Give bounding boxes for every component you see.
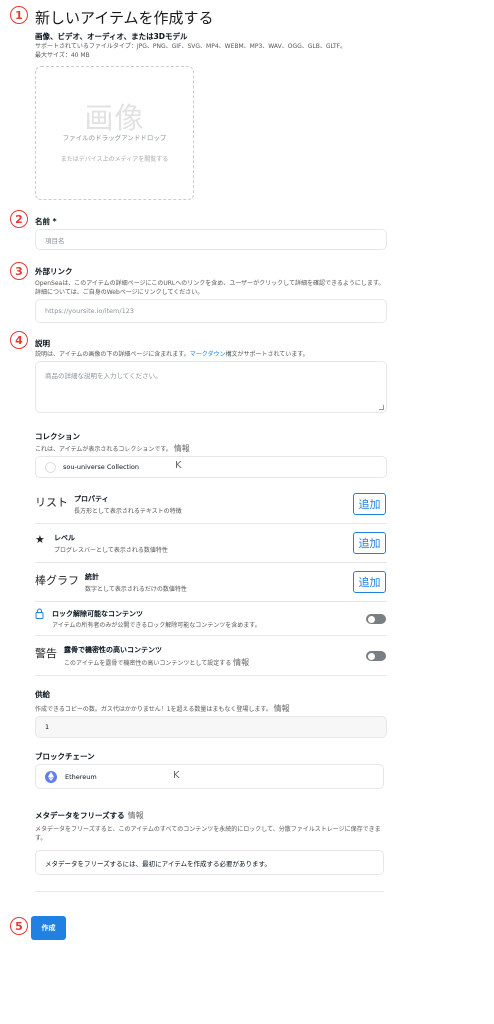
media-dropzone[interactable]: 画像 ファイルのドラッグアンドドロップ またはデバイス上のメディアを閲覧する: [35, 66, 194, 200]
name-input[interactable]: 項目名: [35, 229, 387, 250]
description-desc-after: 構文がサポートされています。: [225, 351, 309, 358]
collection-select[interactable]: sou-universe Collection: [35, 456, 387, 478]
step-marker-1: 1: [10, 6, 28, 24]
media-types: サポートされているファイルタイプ：JPG、PNG、GIF、SVG、MP4、WEB…: [35, 43, 347, 50]
description-textarea[interactable]: 商品の詳細な説明を入力してください。: [35, 361, 387, 413]
unlockable-toggle[interactable]: [366, 614, 386, 624]
step-marker-3: 3: [10, 262, 28, 280]
divider: [35, 562, 387, 563]
media-label: 画像、ビデオ、オーディオ、または3Dモデル: [35, 32, 188, 41]
add-properties-button[interactable]: 追加: [353, 493, 386, 515]
description-placeholder: 商品の詳細な説明を入力してください。: [45, 372, 162, 380]
freeze-desc: メタデータをフリーズすると、このアイテムのすべてのコンテンツを永続的にロックして…: [35, 826, 381, 842]
lock-icon: [35, 608, 44, 619]
freeze-info[interactable]: 情報: [128, 811, 144, 820]
divider: [35, 601, 387, 602]
properties-desc: 長方形として表示されるテキストの特徴: [74, 508, 182, 515]
description-desc: 説明は、アイテムの画像の下の詳細ページに含まれます。マークダウン構文がサポートさ…: [35, 350, 387, 359]
resize-handle-icon[interactable]: [379, 405, 384, 410]
bar-chart-icon: 棒グラフ: [35, 574, 79, 587]
external-link-label: 外部リンク: [35, 267, 73, 276]
name-placeholder: 項目名: [45, 236, 65, 245]
blockchain-label: ブロックチェーン: [35, 752, 95, 761]
warning-icon: 警告: [35, 647, 57, 660]
sensitive-desc-text: このアイテムを露骨で機密性の高いコンテンツとして設定する: [64, 660, 232, 667]
collection-info[interactable]: 情報: [174, 444, 190, 453]
star-icon: ★: [35, 533, 45, 546]
collection-avatar-icon: [45, 461, 56, 473]
blockchain-select[interactable]: Ethereum: [35, 764, 384, 789]
add-levels-button[interactable]: 追加: [353, 532, 386, 554]
divider: [35, 891, 384, 892]
divider: [35, 675, 387, 676]
ethereum-icon: [45, 770, 57, 783]
unlockable-title: ロック解除可能なコンテンツ: [52, 610, 143, 618]
blockchain-k-icon: K: [173, 770, 180, 781]
collection-value: sou-universe Collection: [63, 463, 139, 471]
divider: [35, 635, 387, 636]
properties-title: プロパティ: [74, 495, 109, 503]
freeze-label-text: メタデータをフリーズする: [35, 811, 125, 820]
collection-k-icon: K: [175, 460, 182, 471]
add-stats-button[interactable]: 追加: [353, 571, 386, 593]
supply-desc-text: 作成できるコピーの数。ガス代はかかりません！1を超える数量はまもなく登場します。: [35, 706, 272, 713]
sensitive-desc: このアイテムを露骨で機密性の高いコンテンツとして設定する 情報: [64, 657, 249, 668]
page-title: 新しいアイテムを作成する: [35, 9, 214, 27]
blockchain-value: Ethereum: [65, 772, 97, 781]
stats-desc: 数字として表示されるだけの数値特性: [85, 586, 187, 593]
step-marker-5: 5: [10, 917, 28, 935]
description-label: 説明: [35, 339, 50, 348]
dropzone-text: ファイルのドラッグアンドドロップ: [62, 134, 167, 142]
step-marker-2: 2: [10, 210, 28, 228]
external-link-placeholder: https://yoursite.io/item/123: [45, 307, 134, 315]
toggle-knob: [368, 615, 375, 623]
create-button[interactable]: 作成: [31, 916, 66, 940]
sensitive-title: 露骨で機密性の高いコンテンツ: [64, 646, 162, 654]
supply-info[interactable]: 情報: [274, 704, 290, 713]
dropzone-subtext: またはデバイス上のメディアを閲覧する: [60, 156, 169, 163]
supply-value: 1: [45, 723, 50, 731]
divider: [35, 523, 387, 524]
markdown-link[interactable]: マークダウン: [190, 351, 226, 358]
step-marker-4: 4: [10, 331, 28, 349]
collection-desc: これは、アイテムが表示されるコレクションです。 情報: [35, 444, 190, 454]
external-link-desc: OpenSeaは、このアイテムの詳細ページにこのURLへのリンクを含め、ユーザー…: [35, 280, 385, 296]
freeze-placeholder: メタデータをフリーズするには、最初にアイテムを作成する必要があります。: [45, 859, 271, 868]
freeze-field: メタデータをフリーズするには、最初にアイテムを作成する必要があります。: [35, 850, 384, 875]
list-icon: リスト: [35, 496, 68, 509]
collection-label: コレクション: [35, 432, 80, 441]
collection-desc-text: これは、アイテムが表示されるコレクションです。: [35, 446, 172, 453]
name-label: 名前 *: [35, 217, 57, 226]
description-desc-before: 説明は、アイテムの画像の下の詳細ページに含まれます。: [35, 351, 190, 358]
image-placeholder-icon: 画像: [84, 101, 145, 135]
levels-desc: プログレスバーとして表示される数値特性: [54, 547, 168, 554]
stats-title: 統計: [85, 573, 99, 581]
unlockable-desc: アイテムの所有者のみが公開できるロック解除可能なコンテンツを含めます。: [52, 622, 261, 629]
sensitive-toggle[interactable]: [366, 651, 386, 661]
media-max-size: 最大サイズ：40 MB: [35, 52, 90, 59]
freeze-label: メタデータをフリーズする 情報: [35, 810, 144, 821]
toggle-knob: [368, 652, 375, 660]
supply-label: 供給: [35, 690, 50, 699]
supply-desc: 作成できるコピーの数。ガス代はかかりません！1を超える数量はまもなく登場します。…: [35, 704, 290, 714]
external-link-input[interactable]: https://yoursite.io/item/123: [35, 299, 387, 323]
levels-title: レベル: [54, 534, 75, 542]
supply-input[interactable]: 1: [35, 716, 387, 738]
sensitive-info[interactable]: 情報: [233, 658, 249, 667]
